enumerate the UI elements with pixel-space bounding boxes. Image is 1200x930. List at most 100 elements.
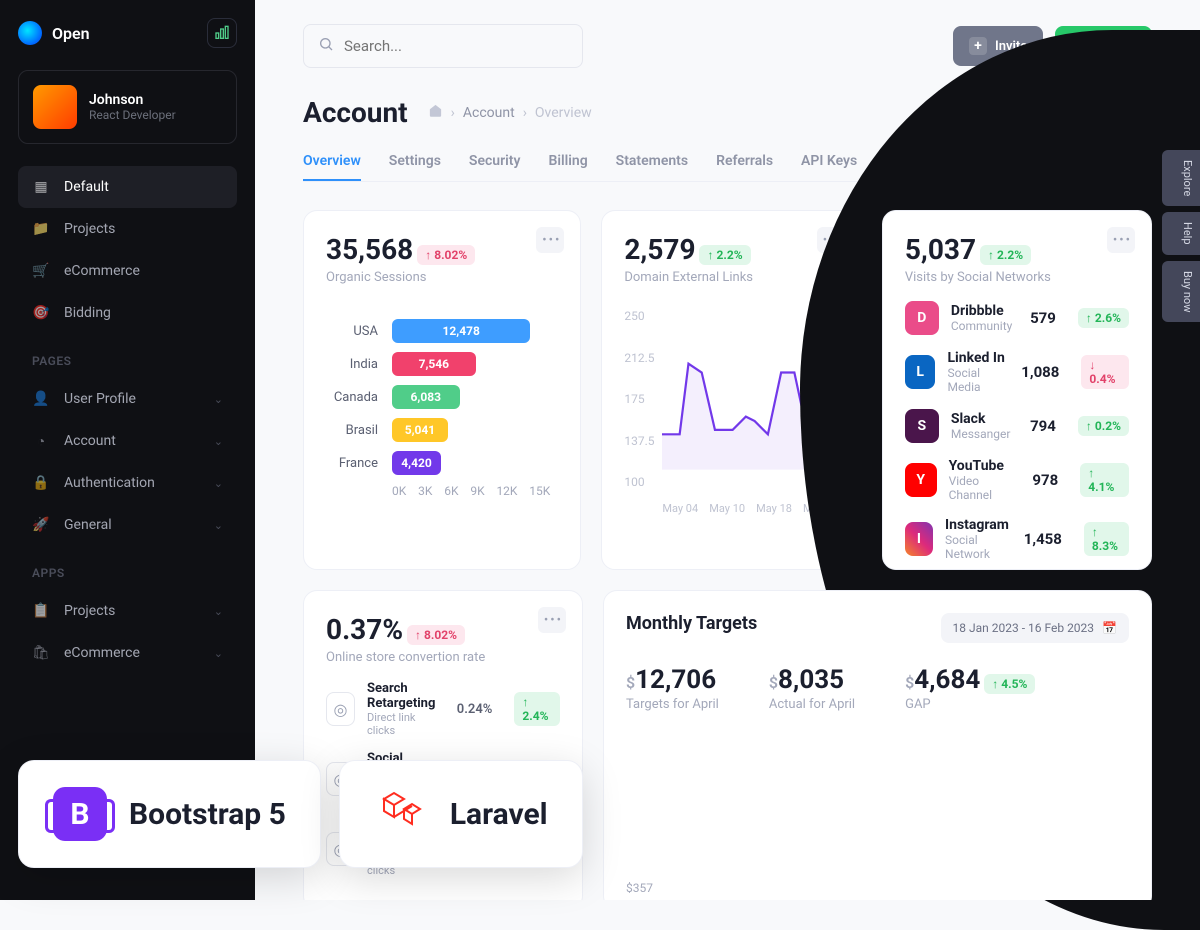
- external-value: 2,579: [624, 233, 695, 266]
- user-name: Johnson: [89, 92, 176, 108]
- nav-item-authentication[interactable]: 🔒Authentication⌄: [18, 462, 237, 504]
- social-row-instagram: IInstagramSocial Network1,458↑ 8.3%: [905, 517, 1129, 561]
- breadcrumb-account[interactable]: Account: [463, 105, 515, 121]
- social-row-dribbble: DDribbbleCommunity579↑ 2.6%: [905, 301, 1129, 335]
- laravel-badge: Laravel: [339, 760, 583, 868]
- nav-item-bidding[interactable]: 🎯Bidding: [18, 292, 237, 334]
- social-icon: S: [905, 409, 939, 443]
- chevron-down-icon: ⌄: [214, 605, 223, 618]
- tab-billing[interactable]: Billing: [548, 143, 587, 181]
- nav-item-projects[interactable]: 📁Projects: [18, 208, 237, 250]
- nav-icon: ▦: [32, 178, 50, 196]
- page-title: Account: [303, 96, 408, 129]
- social-value: 5,037: [905, 233, 976, 266]
- breadcrumb: › Account › Overview: [428, 103, 592, 122]
- nav-icon: 🔒: [32, 474, 50, 492]
- nav-item-general[interactable]: 🚀General⌄: [18, 504, 237, 546]
- retarget-icon: ◎: [326, 692, 355, 726]
- side-tab-explore[interactable]: Explore: [1162, 150, 1200, 206]
- external-label: Domain External Links: [624, 270, 839, 285]
- nav-icon: 📋: [32, 602, 50, 620]
- conversion-value: 0.37%: [326, 613, 403, 646]
- plus-icon: +: [969, 37, 987, 55]
- tab-api-keys[interactable]: API Keys: [801, 143, 857, 181]
- card-menu-button[interactable]: •••: [1107, 227, 1135, 253]
- home-icon[interactable]: [428, 103, 443, 122]
- nav-icon: 🛍: [32, 644, 50, 662]
- target-column: $12,706Targets for April: [626, 665, 719, 712]
- chevron-down-icon: ⌄: [214, 435, 223, 448]
- card-menu-button[interactable]: •••: [817, 227, 845, 253]
- nav-item-default[interactable]: ▦Default: [18, 166, 237, 208]
- calendar-icon: 📅: [1102, 621, 1117, 635]
- tab-security[interactable]: Security: [469, 143, 521, 181]
- side-tabs: Explore Help Buy now: [1162, 150, 1200, 322]
- chevron-down-icon: ⌄: [214, 477, 223, 490]
- tabs: Overview Settings Security Billing Statement…: [303, 143, 1152, 182]
- chevron-down-icon: ⌄: [214, 519, 223, 532]
- user-role: React Developer: [89, 108, 176, 122]
- tab-settings[interactable]: Settings: [389, 143, 441, 181]
- tab-referrals[interactable]: Referrals: [716, 143, 773, 181]
- search-input[interactable]: [303, 24, 583, 68]
- external-delta: ↑ 2.2%: [699, 245, 750, 265]
- organic-delta: ↑ 8.02%: [417, 245, 475, 265]
- nav-icon: 🛒: [32, 262, 50, 280]
- search-icon: [318, 36, 334, 56]
- brand-logo[interactable]: Open: [18, 21, 90, 45]
- laravel-icon: [374, 787, 428, 841]
- social-icon: I: [905, 522, 933, 556]
- avatar: [33, 85, 77, 129]
- bar-row-canada: Canada6,083: [326, 385, 558, 409]
- tab-overview[interactable]: Overview: [303, 143, 361, 181]
- targets-title: Monthly Targets: [626, 613, 757, 634]
- social-delta: ↑ 2.2%: [980, 245, 1031, 265]
- side-tab-buy[interactable]: Buy now: [1162, 261, 1200, 322]
- sidebar-chart-button[interactable]: [207, 18, 237, 48]
- social-icon: Y: [905, 463, 937, 497]
- nav-icon: 👤: [32, 390, 50, 408]
- external-line-chart: 250212.5175137.5100 May 04May 10May 18Ma…: [624, 309, 839, 509]
- organic-sessions-card: ••• 35,568 ↑ 8.02% Organic Sessions USA1…: [303, 210, 581, 570]
- invite-button[interactable]: + Invite: [953, 26, 1043, 66]
- chevron-down-icon: ⌄: [214, 647, 223, 660]
- conversion-label: Online store convertion rate: [326, 650, 560, 665]
- section-pages-label: PAGES: [18, 334, 237, 378]
- bar-row-india: India7,546: [326, 352, 558, 376]
- brand-logo-icon: [18, 21, 42, 45]
- breadcrumb-overview: Overview: [535, 105, 592, 121]
- section-apps-label: APPS: [18, 546, 237, 590]
- nav-icon: 🎯: [32, 304, 50, 322]
- social-icon: D: [905, 301, 939, 335]
- user-card[interactable]: Johnson React Developer: [18, 70, 237, 144]
- create-app-button[interactable]: Create App: [1055, 26, 1152, 66]
- bar-row-france: France4,420: [326, 451, 558, 475]
- monthly-targets-card: Monthly Targets 18 Jan 2023 - 16 Feb 202…: [603, 590, 1152, 900]
- tab-statements[interactable]: Statements: [616, 143, 688, 181]
- bar-row-usa: USA12,478: [326, 319, 558, 343]
- sessions-bar-chart: USA12,478India7,546Canada6,083Brasil5,04…: [326, 319, 558, 475]
- nav-item-ecommerce[interactable]: 🛒eCommerce: [18, 250, 237, 292]
- nav-item-account[interactable]: ◔Account⌄: [18, 420, 237, 462]
- conversion-delta: ↑ 8.02%: [407, 625, 465, 645]
- nav-item-ecommerce[interactable]: 🛍eCommerce⌄: [18, 632, 237, 674]
- nav-icon: 🚀: [32, 516, 50, 534]
- bootstrap-label: Bootstrap 5: [129, 797, 286, 832]
- target-mini-value: $357: [626, 881, 653, 895]
- organic-value: 35,568: [326, 233, 413, 266]
- card-menu-button[interactable]: •••: [538, 607, 566, 633]
- nav-item-user-profile[interactable]: 👤User Profile⌄: [18, 378, 237, 420]
- social-card: ••• 5,037 ↑ 2.2% Visits by Social Networ…: [882, 210, 1152, 570]
- nav-item-projects[interactable]: 📋Projects⌄: [18, 590, 237, 632]
- side-tab-help[interactable]: Help: [1162, 212, 1200, 255]
- tool-badges: B Bootstrap 5 Laravel: [18, 760, 583, 868]
- social-icon: L: [905, 355, 936, 389]
- nav-icon: ◔: [32, 432, 50, 450]
- social-label: Visits by Social Networks: [905, 270, 1129, 285]
- date-range-button[interactable]: 18 Jan 2023 - 16 Feb 2023 📅: [941, 613, 1129, 643]
- social-row-linked-in: LLinked InSocial Media1,088↓ 0.4%: [905, 350, 1129, 394]
- card-menu-button[interactable]: •••: [536, 227, 564, 253]
- social-row-slack: SSlackMessanger794↑ 0.2%: [905, 409, 1129, 443]
- tab-logs[interactable]: Logs: [885, 143, 916, 181]
- search-field[interactable]: [344, 37, 568, 55]
